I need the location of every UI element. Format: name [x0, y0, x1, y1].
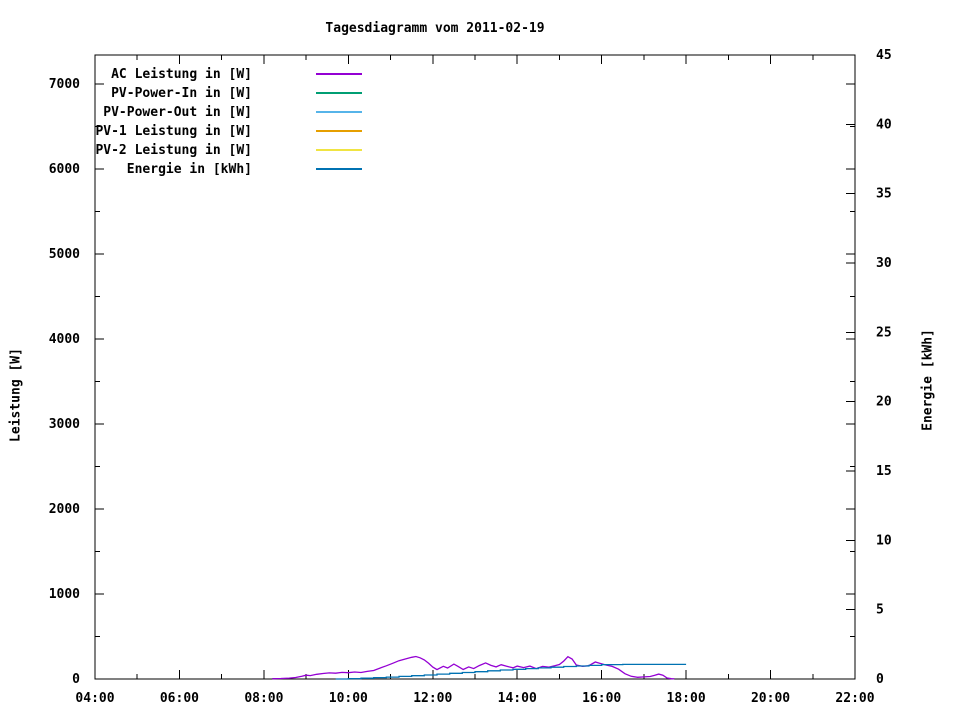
y-tick-label-left: 3000 — [49, 417, 80, 432]
y-tick-label-right: 5 — [876, 603, 884, 618]
y-tick-label-right: 30 — [876, 256, 892, 271]
legend-label: Energie in [kWh] — [127, 162, 252, 177]
y-tick-label-left: 5000 — [49, 247, 80, 262]
x-tick-label: 06:00 — [160, 691, 199, 706]
y-tick-label-right: 0 — [876, 672, 884, 687]
x-tick-label: 12:00 — [413, 691, 452, 706]
y-tick-label-right: 10 — [876, 533, 892, 548]
y-tick-label-left: 4000 — [49, 332, 80, 347]
x-tick-label: 18:00 — [667, 691, 706, 706]
y-tick-label-right: 40 — [876, 117, 892, 132]
plot-area: 04:00 06:00 08:00 10:00 12:00 14:00 16:00 18:00… — [49, 48, 892, 706]
y-tick-label-right: 35 — [876, 187, 892, 202]
y-tick-label-left: 2000 — [49, 502, 80, 517]
legend-label: PV-1 Leistung in [W] — [95, 124, 252, 139]
legend-label: PV-Power-Out in [W] — [103, 105, 252, 120]
x-tick-label: 20:00 — [751, 691, 790, 706]
x-tick-label: 10:00 — [329, 691, 368, 706]
x-tick-label: 04:00 — [75, 691, 114, 706]
series-line-1 — [272, 655, 675, 680]
y-tick-label-left: 0 — [72, 672, 80, 687]
y-tick-label-left: 1000 — [49, 587, 80, 602]
legend-label: PV-Power-In in [W] — [111, 86, 252, 101]
legend-label: PV-2 Leistung in [W] — [95, 143, 252, 158]
y-tick-label-right: 20 — [876, 395, 892, 410]
x-tick-label: 08:00 — [244, 691, 283, 706]
y-tick-label-left: 7000 — [49, 77, 80, 92]
x-tick-label: 14:00 — [498, 691, 537, 706]
y-tick-label-left: 6000 — [49, 162, 80, 177]
legend-label: AC Leistung in [W] — [111, 67, 252, 82]
y-tick-label-right: 15 — [876, 464, 892, 479]
x-tick-label: 16:00 — [582, 691, 621, 706]
chart-canvas: Tagesdiagramm vom 2011-02-19 Leistung [W… — [0, 0, 960, 720]
y-tick-label-right: 45 — [876, 48, 892, 63]
x-tick-label: 22:00 — [835, 691, 874, 706]
y-tick-label-right: 25 — [876, 325, 892, 340]
